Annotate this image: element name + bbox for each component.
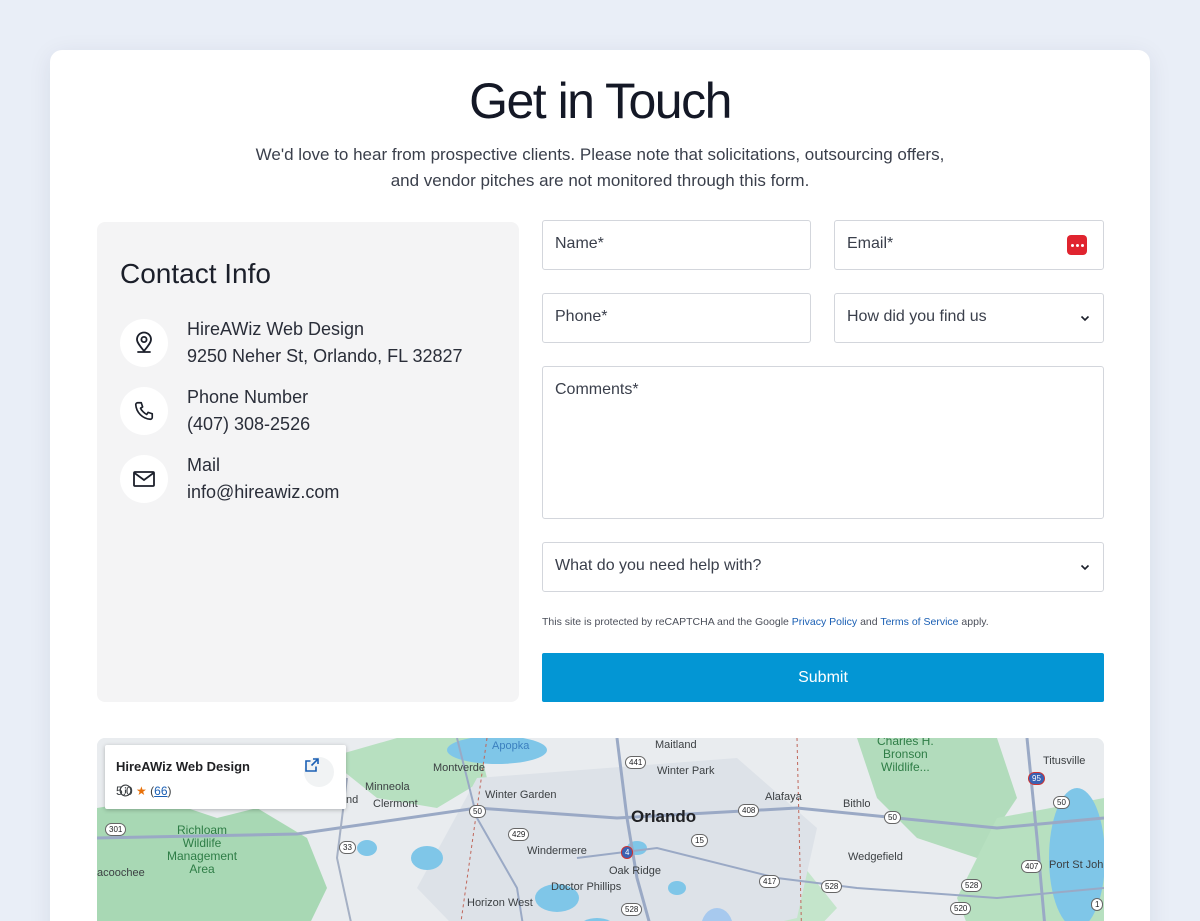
password-manager-icon[interactable]: [1067, 235, 1087, 255]
comments-field[interactable]: Comments*: [542, 366, 1104, 519]
terms-of-service-link[interactable]: Terms of Service: [880, 616, 958, 628]
contact-card: Get in Touch We'd love to hear from pros…: [50, 50, 1150, 921]
name-field[interactable]: Name*: [542, 220, 811, 270]
email-field[interactable]: Email*: [834, 220, 1104, 270]
open-in-maps-button[interactable]: [304, 757, 334, 787]
page-title: Get in Touch: [469, 73, 732, 129]
contact-info-heading: Contact Info: [120, 258, 271, 289]
external-link-icon: [305, 758, 319, 772]
mail-icon: [120, 455, 168, 503]
map-place-name: HireAWiz Web Design: [116, 759, 250, 774]
phone-row: Phone Number (407) 308-2526: [120, 387, 500, 443]
mail-row: Mail info@hireawiz.com: [120, 455, 500, 511]
page-subtitle: We'd love to hear from prospective clien…: [255, 145, 945, 190]
contact-info-panel: Contact Info HireAWiz Web Design 9250 Ne…: [97, 222, 519, 702]
address-value: 9250 Neher St, Orlando, FL 32827: [187, 346, 463, 366]
phone-icon: [120, 387, 168, 435]
info-icon[interactable]: [119, 784, 132, 797]
chevron-down-icon: [1080, 315, 1090, 322]
bronson-wildlife-label: Charles H. Bronson Wildlife...: [877, 738, 934, 774]
help-select[interactable]: What do you need help with?: [542, 542, 1104, 592]
privacy-policy-link[interactable]: Privacy Policy: [792, 616, 857, 628]
address-label: HireAWiz Web Design: [187, 319, 365, 339]
mail-label: Mail: [187, 455, 221, 475]
location-pin-icon: [120, 319, 168, 367]
find-us-select[interactable]: How did you find us: [834, 293, 1104, 343]
richloam-wildlife-label: Richloam Wildlife Management Area: [167, 823, 238, 876]
star-icon: ★: [136, 784, 147, 798]
submit-button[interactable]: Submit: [542, 653, 1104, 702]
address-row: HireAWiz Web Design 9250 Neher St, Orlan…: [120, 319, 500, 375]
chevron-down-icon: [1080, 564, 1090, 571]
map-embed[interactable]: Apopka Maitland Montverde Winter Park Mi…: [97, 738, 1104, 921]
map-place-card: HireAWiz Web Design 5.0 ★ (66): [105, 745, 346, 809]
reviews-link[interactable]: 66: [154, 784, 167, 798]
phone-value[interactable]: (407) 308-2526: [187, 414, 310, 435]
map-rating: 5.0 ★ (66): [116, 784, 172, 798]
phone-field[interactable]: Phone*: [542, 293, 811, 343]
mail-value[interactable]: info@hireawiz.com: [187, 482, 339, 503]
phone-label: Phone Number: [187, 387, 309, 407]
recaptcha-notice: This site is protected by reCAPTCHA and …: [542, 616, 989, 628]
